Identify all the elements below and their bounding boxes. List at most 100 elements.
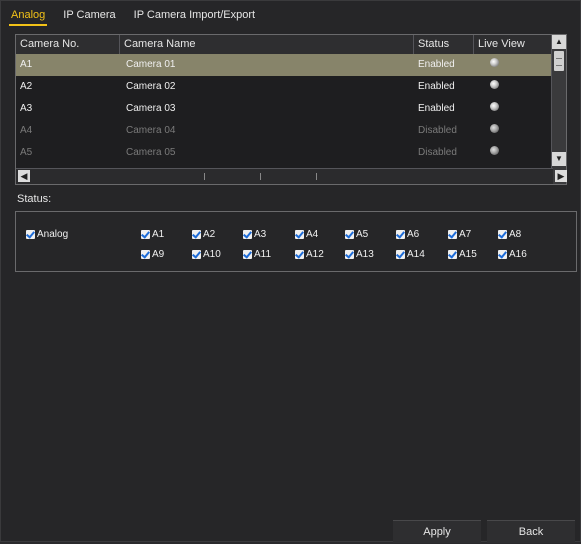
channel-checkbox-a14[interactable]: A14 xyxy=(396,249,425,260)
header-camera-no[interactable]: Camera No. xyxy=(16,35,120,54)
channel-checkbox-a1[interactable]: A1 xyxy=(141,229,164,240)
channel-checkbox-a12[interactable]: A12 xyxy=(295,249,324,260)
back-button[interactable]: Back xyxy=(487,520,575,543)
checkbox-checked-icon[interactable] xyxy=(295,230,304,239)
table-body: A1 Camera 01 Enabled A2 Camera 02 Enable… xyxy=(16,54,553,164)
tab-ip-camera[interactable]: IP Camera xyxy=(61,7,117,24)
checkbox-label: A2 xyxy=(203,229,216,240)
live-view-icon[interactable] xyxy=(490,146,499,156)
tab-analog[interactable]: Analog xyxy=(9,7,48,26)
cell-camera-name: Camera 04 xyxy=(126,125,176,136)
tab-bar: Analog IP Camera IP Camera Import/Export xyxy=(9,7,271,27)
checkbox-label: A7 xyxy=(459,229,472,240)
cell-live-view xyxy=(474,98,553,120)
checkbox-checked-icon[interactable] xyxy=(192,230,201,239)
checkbox-checked-icon[interactable] xyxy=(141,230,150,239)
channel-checkbox-a13[interactable]: A13 xyxy=(345,249,374,260)
channel-checkbox-a2[interactable]: A2 xyxy=(192,229,215,240)
cell-camera-name: Camera 05 xyxy=(126,147,176,158)
cell-camera-name: Camera 01 xyxy=(126,59,176,70)
header-camera-name[interactable]: Camera Name xyxy=(120,35,414,54)
cell-status: Enabled xyxy=(418,103,455,114)
cell-camera-name: Camera 03 xyxy=(126,103,176,114)
checkbox-label: A10 xyxy=(203,249,221,260)
cell-live-view xyxy=(474,54,553,76)
scroll-tick xyxy=(260,173,261,180)
checkbox-checked-icon[interactable] xyxy=(26,230,35,239)
checkbox-label: A8 xyxy=(509,229,522,240)
scroll-tick xyxy=(316,173,317,180)
scroll-up-icon[interactable]: ▲ xyxy=(552,35,566,49)
scroll-right-icon[interactable]: ▶ xyxy=(555,170,567,182)
channel-checkbox-a15[interactable]: A15 xyxy=(448,249,477,260)
cell-camera-no: A4 xyxy=(20,125,33,136)
checkbox-checked-icon[interactable] xyxy=(448,230,457,239)
channel-checkbox-a6[interactable]: A6 xyxy=(396,229,419,240)
checkbox-checked-icon[interactable] xyxy=(396,250,405,259)
cell-camera-no: A5 xyxy=(20,147,33,158)
scroll-thumb[interactable] xyxy=(554,51,564,71)
checkbox-label: A11 xyxy=(254,249,272,260)
channel-checkbox-a4[interactable]: A4 xyxy=(295,229,318,240)
checkbox-checked-icon[interactable] xyxy=(243,250,252,259)
camera-table: Camera No. Camera Name Status Live View … xyxy=(15,34,567,185)
cell-camera-no: A1 xyxy=(20,59,33,70)
table-row[interactable]: A2 Camera 02 Enabled xyxy=(16,76,553,98)
cell-status: Disabled xyxy=(418,125,457,136)
checkbox-label: Analog xyxy=(37,229,69,240)
checkbox-checked-icon[interactable] xyxy=(498,230,507,239)
channel-checkbox-a5[interactable]: A5 xyxy=(345,229,368,240)
header-status[interactable]: Status xyxy=(414,35,474,54)
checkbox-label: A15 xyxy=(459,249,477,260)
channel-checkbox-a8[interactable]: A8 xyxy=(498,229,521,240)
cell-camera-name: Camera 02 xyxy=(126,81,176,92)
checkbox-checked-icon[interactable] xyxy=(141,250,150,259)
channel-checkbox-a3[interactable]: A3 xyxy=(243,229,266,240)
channel-checkbox-a7[interactable]: A7 xyxy=(448,229,471,240)
status-label: Status: xyxy=(17,193,52,205)
checkbox-label: A3 xyxy=(254,229,267,240)
checkbox-label: A5 xyxy=(356,229,369,240)
apply-button[interactable]: Apply xyxy=(393,520,481,543)
channel-checkbox-a11[interactable]: A11 xyxy=(243,249,271,260)
table-row[interactable]: A1 Camera 01 Enabled xyxy=(16,54,553,76)
table-row[interactable]: A4 Camera 04 Disabled xyxy=(16,120,553,142)
checkbox-checked-icon[interactable] xyxy=(295,250,304,259)
cell-status: Enabled xyxy=(418,59,455,70)
checkbox-label: A9 xyxy=(152,249,165,260)
checkbox-label: A4 xyxy=(306,229,319,240)
cell-live-view xyxy=(474,120,553,142)
status-panel: Analog A1 A2 A3 A4 A5 A6 A7 A8 A9 A10 A1… xyxy=(15,211,577,272)
checkbox-label: A14 xyxy=(407,249,425,260)
cell-live-view xyxy=(474,76,553,98)
checkbox-checked-icon[interactable] xyxy=(345,230,354,239)
scroll-down-icon[interactable]: ▼ xyxy=(552,152,566,166)
vertical-scrollbar[interactable]: ▲ ▼ xyxy=(551,35,566,184)
live-view-icon[interactable] xyxy=(490,102,499,112)
checkbox-checked-icon[interactable] xyxy=(498,250,507,259)
scroll-tick xyxy=(204,173,205,180)
scroll-left-icon[interactable]: ◀ xyxy=(18,170,30,182)
channel-checkbox-a10[interactable]: A10 xyxy=(192,249,221,260)
live-view-icon[interactable] xyxy=(490,124,499,134)
table-row[interactable]: A3 Camera 03 Enabled xyxy=(16,98,553,120)
cell-live-view xyxy=(474,142,553,164)
checkbox-checked-icon[interactable] xyxy=(345,250,354,259)
cell-camera-no: A2 xyxy=(20,81,33,92)
analog-group-checkbox[interactable]: Analog xyxy=(26,229,68,240)
live-view-icon[interactable] xyxy=(490,58,499,68)
checkbox-checked-icon[interactable] xyxy=(192,250,201,259)
checkbox-checked-icon[interactable] xyxy=(396,230,405,239)
horizontal-scrollbar[interactable]: ◀ ▶ xyxy=(16,168,567,184)
live-view-icon[interactable] xyxy=(490,80,499,90)
header-live-view[interactable]: Live View xyxy=(474,35,553,54)
checkbox-checked-icon[interactable] xyxy=(448,250,457,259)
camera-management-panel: Analog IP Camera IP Camera Import/Export… xyxy=(0,0,581,543)
checkbox-label: A16 xyxy=(509,249,527,260)
table-row[interactable]: A5 Camera 05 Disabled xyxy=(16,142,553,164)
channel-checkbox-a16[interactable]: A16 xyxy=(498,249,527,260)
tab-ip-camera-import-export[interactable]: IP Camera Import/Export xyxy=(132,7,257,24)
checkbox-checked-icon[interactable] xyxy=(243,230,252,239)
table-header: Camera No. Camera Name Status Live View xyxy=(16,35,553,55)
channel-checkbox-a9[interactable]: A9 xyxy=(141,249,164,260)
